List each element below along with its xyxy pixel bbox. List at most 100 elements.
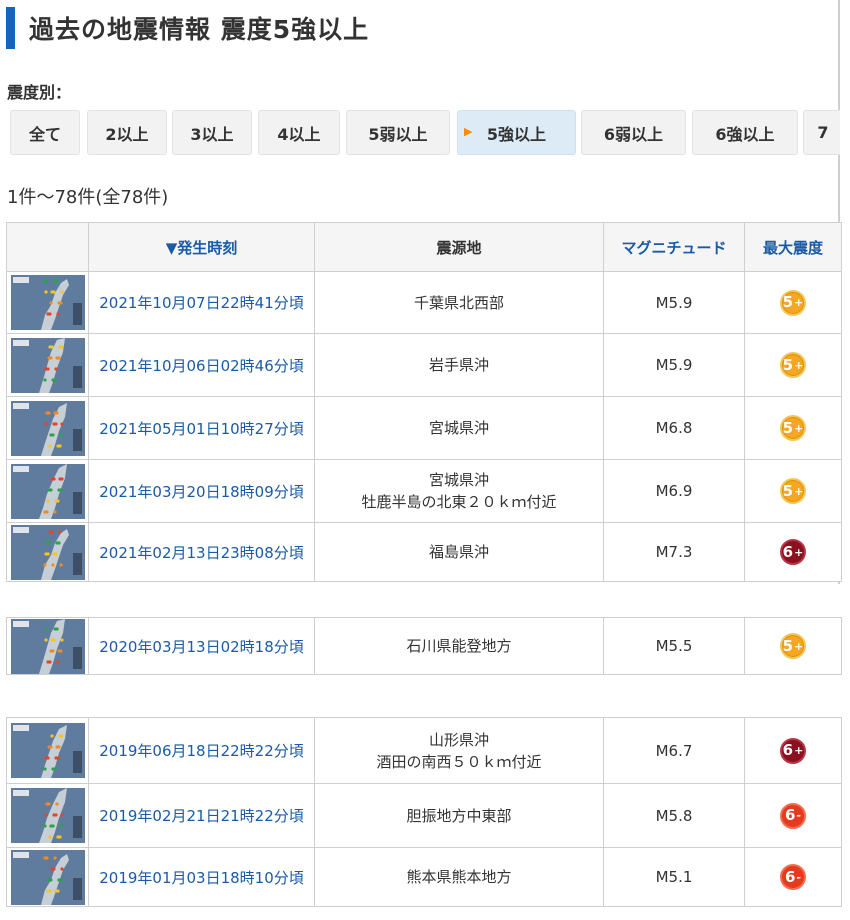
magnitude-value: M5.8 — [603, 783, 745, 848]
filter-button-1[interactable]: 2以上 — [87, 110, 167, 155]
epicenter-cell: 宮城県沖 — [314, 396, 604, 460]
page-header: 過去の地震情報 震度5強以上 — [6, 6, 826, 50]
occurrence-time-link[interactable]: 2021年05月01日10時27分頃 — [88, 396, 315, 460]
epicenter-detail: 酒田の南西５０ｋｍ付近 — [376, 752, 542, 771]
epicenter-name: 宮城県沖 — [428, 419, 489, 437]
filter-button-label: 4以上 — [277, 124, 321, 144]
thumbnail-cell — [6, 717, 89, 784]
epicenter-cell: 石川県能登地方 — [314, 617, 604, 675]
column-header-intensity[interactable]: 最大震度 — [744, 222, 842, 272]
filter-button-5[interactable]: ▶ 5強以上 — [457, 110, 576, 155]
occurrence-time-link[interactable]: 2021年10月07日22時41分頃 — [88, 271, 315, 334]
epicenter-name: 千葉県北西部 — [413, 293, 504, 312]
table-row[interactable]: 2019年01月03日18時10分頃 熊本県熊本地方 M5.1 6- — [6, 847, 842, 907]
column-header-location: 震源地 — [314, 222, 604, 272]
earthquake-map-thumbnail[interactable] — [10, 337, 85, 393]
occurrence-time-link[interactable]: 2021年03月20日18時09分頃 — [88, 459, 315, 523]
earthquake-map-thumbnail[interactable] — [10, 618, 85, 674]
max-intensity-cell: 6 + — [744, 522, 842, 582]
filter-button-3[interactable]: 4以上 — [258, 110, 340, 155]
epicenter-cell: 胆振地方中東部 — [314, 783, 604, 848]
earthquake-map-thumbnail[interactable] — [10, 788, 85, 843]
thumbnail-cell — [6, 271, 89, 334]
filter-button-label: 6強以上 — [715, 124, 775, 144]
filter-button-0[interactable]: 全て — [10, 110, 80, 155]
filter-button-label: 3以上 — [190, 124, 234, 144]
epicenter-name: 宮城県沖 — [428, 471, 489, 489]
active-caret-icon: ▶ — [464, 125, 473, 138]
column-header-thumbnail — [6, 222, 89, 272]
table-row[interactable]: 2019年02月21日21時22分頃 胆振地方中東部 M5.8 6- — [6, 783, 842, 848]
magnitude-value: M7.3 — [603, 522, 745, 582]
occurrence-time-link[interactable]: 2020年03月13日02時18分頃 — [88, 617, 315, 675]
table-row[interactable]: 2021年10月06日02時46分頃 岩手県沖 M5.9 5 + — [6, 333, 842, 397]
epicenter-cell: 熊本県熊本地方 — [314, 847, 604, 907]
intensity-badge-icon: 5 + — [780, 415, 806, 441]
filter-button-label: 5強以上 — [486, 124, 547, 144]
table-row[interactable]: 2021年05月01日10時27分頃 宮城県沖 M6.8 5 + — [6, 396, 842, 460]
occurrence-time-link[interactable]: 2019年02月21日21時22分頃 — [88, 783, 315, 848]
epicenter-cell: 岩手県沖 — [314, 333, 604, 397]
earthquake-table-2: 2019年06月18日22時22分頃 山形県沖 酒田の南西５０ｋｍ付近 M6.7 6 +2… — [6, 717, 842, 907]
thumbnail-cell — [6, 396, 89, 460]
intensity-badge-icon: 6 + — [780, 539, 806, 565]
earthquake-map-thumbnail[interactable] — [10, 849, 85, 905]
filter-button-2[interactable]: 3以上 — [172, 110, 252, 155]
epicenter-name: 熊本県熊本地方 — [406, 868, 512, 886]
earthquake-table-1: 2020年03月13日02時18分頃 石川県能登地方 M5.5 5 + — [6, 617, 842, 675]
filter-button-4[interactable]: 5弱以上 — [346, 110, 450, 155]
epicenter-cell: 福島県沖 — [314, 522, 604, 582]
earthquake-map-thumbnail[interactable] — [10, 723, 85, 778]
thumbnail-cell — [6, 459, 89, 523]
table-header-row: ▼発生時刻 震源地 マグニチュード 最大震度 — [6, 222, 842, 272]
earthquake-map-thumbnail[interactable] — [10, 463, 85, 519]
intensity-badge-icon: 5 + — [780, 289, 806, 316]
intensity-filter-buttons: 全て 2以上 3以上 4以上 5弱以上 ▶ 5強以上 6弱以上 6強以上 7 — [10, 110, 840, 157]
intensity-badge-icon: 5 + — [780, 478, 806, 504]
table-row[interactable]: 2020年03月13日02時18分頃 石川県能登地方 M5.5 5 + — [6, 617, 842, 675]
page-title: 過去の地震情報 震度5強以上 — [29, 15, 370, 44]
thumbnail-cell — [6, 522, 89, 582]
result-count: 1件～78件(全78件) — [7, 187, 169, 208]
occurrence-time-link[interactable]: 2021年10月06日02時46分頃 — [88, 333, 315, 397]
earthquake-map-thumbnail[interactable] — [10, 275, 85, 330]
epicenter-cell: 山形県沖酒田の南西５０ｋｍ付近 — [314, 717, 604, 784]
filter-button-7[interactable]: 6強以上 — [692, 110, 798, 155]
max-intensity-cell: 5 + — [744, 271, 842, 334]
thumbnail-cell — [6, 783, 89, 848]
intensity-badge-icon: 6- — [780, 864, 806, 890]
filter-button-8[interactable]: 7 — [803, 110, 840, 155]
max-intensity-cell: 5 + — [744, 333, 842, 397]
table-row[interactable]: 2021年03月20日18時09分頃 宮城県沖 牡鹿半島の北東２０ｋｍ付近 M6.9 5… — [6, 459, 842, 523]
title-accent-bar — [6, 7, 15, 49]
occurrence-time-link[interactable]: 2019年01月03日18時10分頃 — [88, 847, 315, 907]
epicenter-name: 山形県沖 — [428, 730, 489, 749]
epicenter-name: 胆振地方中東部 — [406, 806, 512, 825]
filter-button-label: 6弱以上 — [603, 124, 664, 144]
max-intensity-cell: 5 + — [744, 617, 842, 675]
max-intensity-cell: 5 + — [744, 396, 842, 460]
intensity-badge-icon: 6- — [780, 802, 806, 829]
earthquake-map-thumbnail[interactable] — [10, 524, 85, 580]
filter-button-label: 5弱以上 — [368, 124, 428, 144]
thumbnail-cell — [6, 847, 89, 907]
table-row[interactable]: 2021年10月07日22時41分頃 千葉県北西部 M5.9 5 + — [6, 271, 842, 334]
column-header-label: ▼発生時刻 — [165, 238, 238, 257]
table-row[interactable]: 2019年06月18日22時22分頃 山形県沖 酒田の南西５０ｋｍ付近 M6.7 6 + — [6, 717, 842, 784]
occurrence-time-link[interactable]: 2019年06月18日22時22分頃 — [88, 717, 315, 784]
filter-button-label: 全て — [28, 124, 61, 144]
max-intensity-cell: 5 + — [744, 459, 842, 523]
earthquake-map-thumbnail[interactable] — [10, 400, 85, 456]
filter-button-6[interactable]: 6弱以上 — [581, 110, 686, 155]
magnitude-value: M6.7 — [603, 717, 745, 784]
column-header-time[interactable]: ▼発生時刻 — [88, 222, 315, 272]
epicenter-cell: 宮城県沖 牡鹿半島の北東２０ｋｍ付近 — [314, 459, 604, 523]
table-row[interactable]: 2021年02月13日23時08分頃 福島県沖 M7.3 6 + — [6, 522, 842, 582]
column-header-magnitude[interactable]: マグニチュード — [603, 222, 745, 272]
column-header-label: 震源地 — [436, 238, 482, 257]
filter-button-label: 7 — [817, 123, 829, 142]
occurrence-time-link[interactable]: 2021年02月13日23時08分頃 — [88, 522, 315, 582]
intensity-filter-label: 震度別： — [7, 83, 72, 102]
magnitude-value: M6.9 — [603, 459, 745, 523]
magnitude-value: M5.5 — [603, 617, 745, 675]
